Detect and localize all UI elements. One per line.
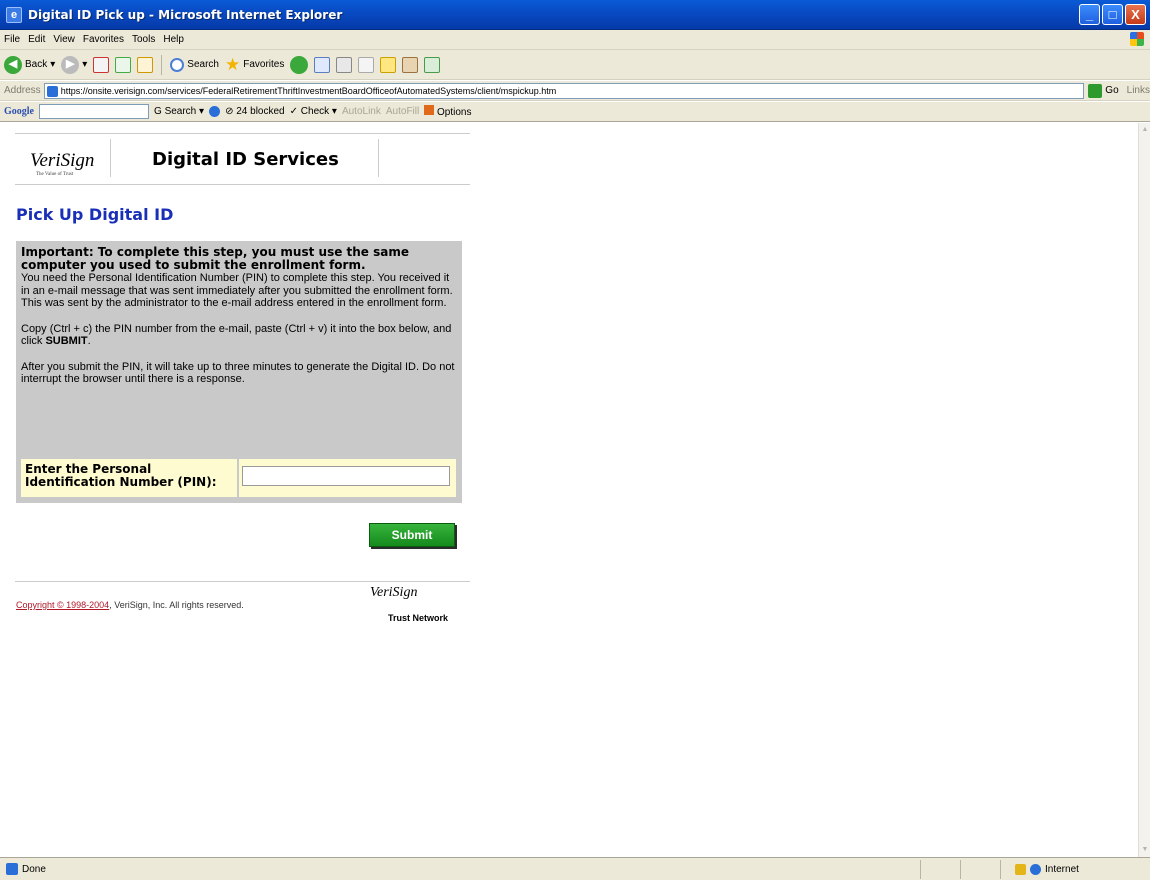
header-bottom-rule [15,184,470,185]
header-divider [378,139,379,177]
footer-rule [15,581,470,582]
scroll-down-icon[interactable]: ▼ [1141,846,1149,854]
standard-toolbar: ◀ Back ▾ ▶ ▾ Search ★ Favorites [0,50,1150,80]
pin-input[interactable] [242,466,450,486]
home-icon[interactable] [137,56,154,73]
instructions-para-4: After you submit the PIN, it will take u… [21,360,455,386]
window-titlebar: e Digital ID Pick up - Microsoft Interne… [0,0,1150,30]
go-arrow-icon [1088,83,1103,98]
instructions-para-1: You need the Personal Identification Num… [21,272,453,297]
address-label: Address [4,85,41,96]
folder-icon[interactable] [380,56,397,73]
instructions-para-2: This was sent by the administrator to th… [21,297,447,309]
mail-icon[interactable] [314,56,331,73]
refresh-icon[interactable] [115,56,132,73]
menu-bar: File Edit View Favorites Tools Help [0,30,1150,50]
vertical-scrollbar[interactable]: ▲ ▼ [1138,123,1150,857]
pin-label: Enter the Personal Identification Number… [21,459,239,497]
dropdown-arrow-icon: ▾ [50,59,56,70]
menu-favorites[interactable]: Favorites [83,34,124,45]
menu-help[interactable]: Help [163,34,184,45]
instructions-box: Important: To complete this step, you mu… [16,241,462,503]
verisign-tagline: The Value of Trust [36,172,74,177]
page-title: Pick Up Digital ID [16,205,174,224]
history-icon[interactable] [290,55,309,74]
google-search-input[interactable] [39,104,149,119]
research-icon[interactable] [402,56,419,73]
edit-icon[interactable] [358,56,375,73]
service-title: Digital ID Services [152,149,339,170]
scroll-up-icon[interactable]: ▲ [1141,126,1149,134]
copyright-link[interactable]: Copyright © 1998-2004 [16,600,109,610]
stop-icon[interactable] [93,56,110,73]
header-divider [110,139,111,177]
page-done-icon [6,863,18,875]
windows-flag-icon [1130,32,1144,46]
popup-blocker[interactable]: ⊘ 24 blocked [225,106,285,117]
copyright-text: Copyright © 1998-2004, VeriSign, Inc. Al… [16,600,244,610]
messenger-icon[interactable] [424,56,441,73]
forward-arrow-icon: ▶ [61,55,80,74]
lock-icon [1015,863,1026,875]
options-icon [424,105,435,115]
verisign-trust-network-logo: VeriSign Trust Network [370,585,448,623]
favorites-button[interactable]: ★ Favorites [225,55,284,75]
instructions-para-3: Copy (Ctrl + c) the PIN number from the … [21,322,452,348]
menu-view[interactable]: View [53,34,75,45]
back-button[interactable]: ◀ Back ▾ [4,55,56,74]
favorites-label: Favorites [243,59,285,70]
google-search-button[interactable]: G Search ▾ [154,106,204,117]
go-label: Go [1105,85,1119,96]
globe-icon [1030,863,1041,875]
window-title: Digital ID Pick up - Microsoft Internet … [28,7,343,22]
header-top-rule [15,133,470,134]
status-text: Done [22,863,46,875]
verisign-wordmark: VeriSign [30,150,95,171]
search-label: Search [187,59,219,70]
forward-button[interactable]: ▶ ▾ [61,55,88,74]
pin-row: Enter the Personal Identification Number… [21,459,456,497]
trust-network-label: Trust Network [388,613,449,623]
minimize-button[interactable]: _ [1079,4,1100,25]
address-url: https://onsite.verisign.com/services/Fed… [60,85,557,96]
verisign-logo: VeriSign The Value of Trust [30,150,95,177]
menu-edit[interactable]: Edit [28,34,45,45]
favorites-star-icon: ★ [224,54,241,74]
window-controls: _ □ X [1079,4,1146,25]
autofill-button[interactable]: AutoFill [386,106,419,117]
footer-verisign-wordmark: VeriSign [370,585,418,600]
spell-check-button[interactable]: ✓ Check ▾ [290,106,337,117]
go-button[interactable]: Go [1088,83,1119,98]
back-arrow-icon: ◀ [4,55,22,74]
close-button[interactable]: X [1125,4,1146,25]
maximize-button[interactable]: □ [1102,4,1123,25]
toolbar-separator [161,54,163,75]
address-bar: Address https://onsite.verisign.com/serv… [0,81,1150,101]
print-icon[interactable] [336,56,353,73]
menu-file[interactable]: File [4,34,20,45]
status-bar: Done Internet [0,857,1150,880]
dropdown-arrow-icon: ▾ [82,59,88,70]
pagerank-icon[interactable] [209,106,221,117]
page-icon [46,85,58,97]
ie-app-icon[interactable]: e [6,6,22,23]
zone-label: Internet [1045,863,1079,875]
google-logo[interactable]: Google [4,106,34,117]
options-button[interactable]: Options [424,105,471,118]
page-content: VeriSign The Value of Trust Digital ID S… [0,123,1138,857]
submit-button[interactable]: Submit [369,523,455,547]
menu-tools[interactable]: Tools [132,34,155,45]
search-button[interactable]: Search [170,57,219,72]
back-label: Back [25,59,48,70]
address-input[interactable]: https://onsite.verisign.com/services/Fed… [43,82,1085,99]
important-note: Important: To complete this step, you mu… [21,245,410,272]
google-toolbar: Google G Search ▾ ⊘ 24 blocked ✓ Check ▾… [0,102,1150,122]
search-icon [170,57,185,72]
links-button[interactable]: Links [1127,85,1150,96]
autolink-button[interactable]: AutoLink [342,106,381,117]
security-zone[interactable]: Internet [1000,859,1150,879]
